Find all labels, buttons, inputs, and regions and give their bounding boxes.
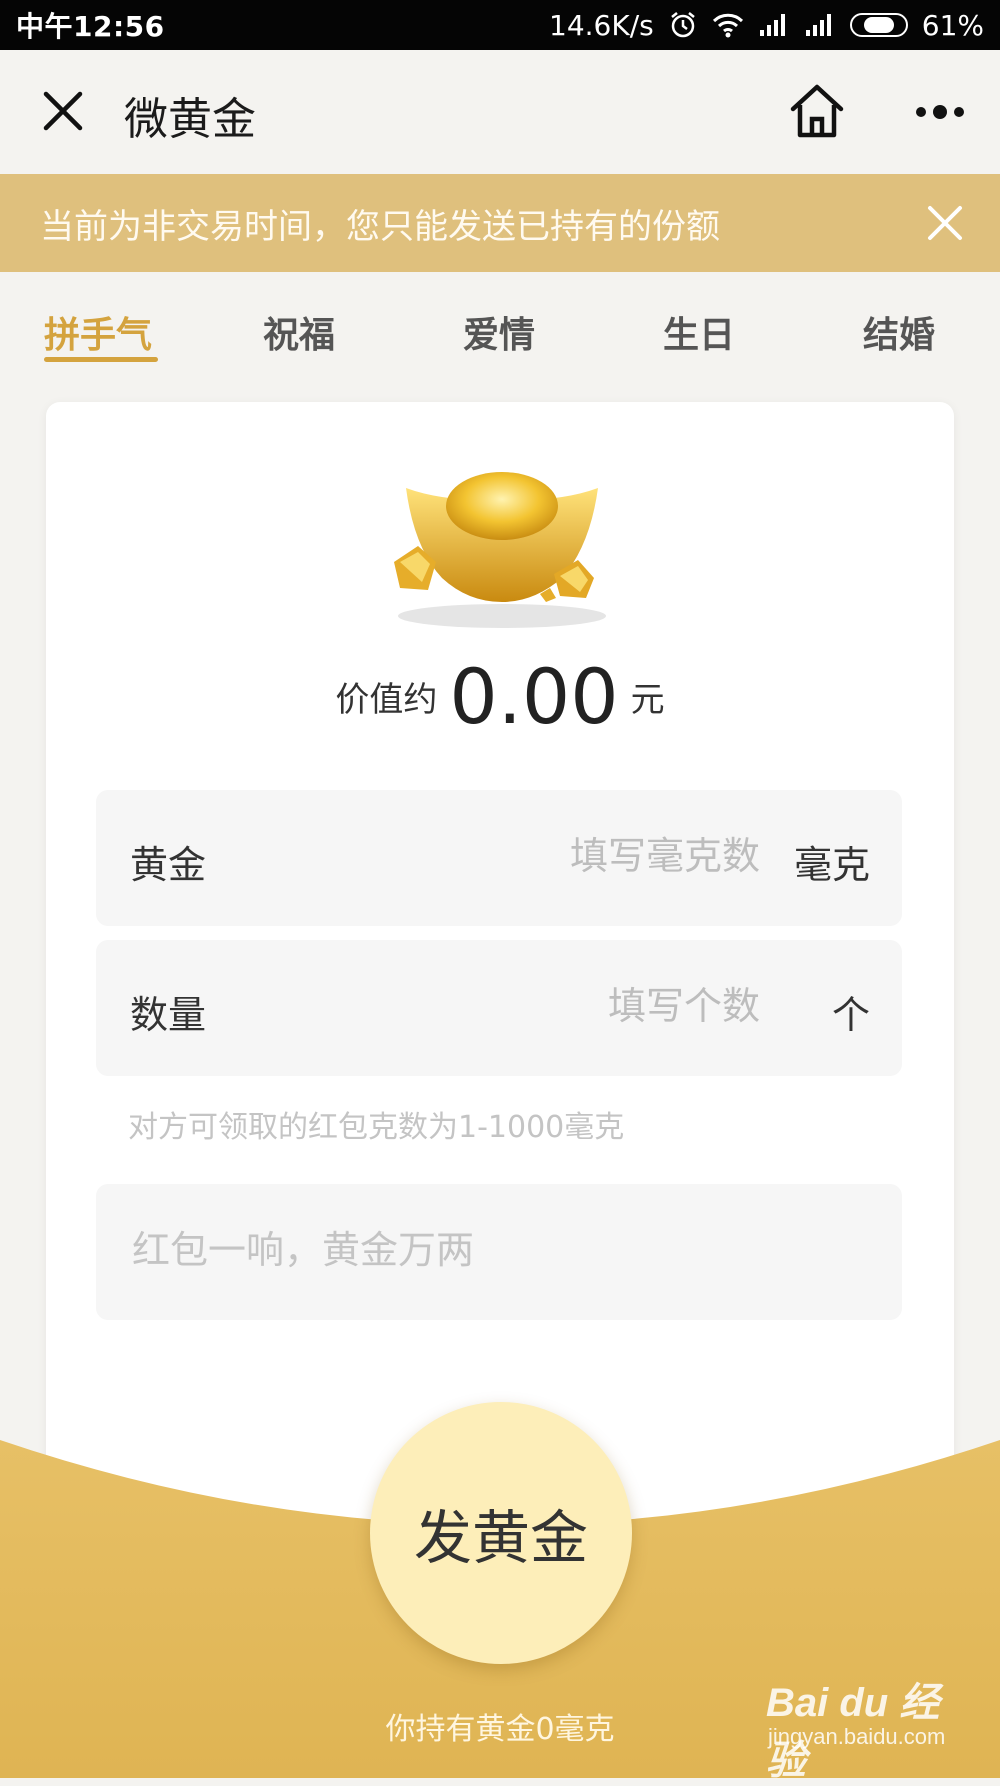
- alarm-icon: [668, 10, 698, 40]
- gold-label: 黄金: [130, 843, 207, 887]
- gold-amount-input[interactable]: [442, 824, 762, 888]
- notice-text: 当前为非交易时间，您只能发送已持有的份额: [40, 206, 720, 247]
- battery-icon: [849, 13, 908, 37]
- tab-jiehun[interactable]: 结婚: [863, 306, 935, 358]
- signal-icon: [758, 12, 790, 38]
- tab-aiqing[interactable]: 爱情: [463, 306, 535, 358]
- gift-card: 价值约 0.00 元 黄金 毫克 数量 个 对方可领取的红包克数为1-1000毫克: [46, 402, 954, 1522]
- gold-amount-field: 黄金 毫克: [96, 790, 902, 926]
- notice-banner: 当前为非交易时间，您只能发送已持有的份额: [0, 174, 1000, 272]
- battery-percent: 61%: [921, 8, 984, 42]
- count-input[interactable]: [442, 974, 762, 1038]
- more-icon[interactable]: [910, 90, 970, 134]
- amount-hint: 对方可领取的红包克数为1-1000毫克: [128, 1110, 625, 1145]
- value-amount: 0.00: [449, 652, 619, 741]
- tab-active-indicator: [44, 357, 158, 362]
- title-bar: 微黄金: [0, 50, 1000, 174]
- page-title: 微黄金: [124, 94, 256, 145]
- status-bar: 中午12:56 14.6K/s 61%: [0, 0, 1000, 50]
- watermark: Bai du 经验 jingyan.baidu.com: [766, 1670, 976, 1783]
- signal-icon: [804, 12, 836, 38]
- close-icon[interactable]: [920, 198, 970, 248]
- gold-ingot-icon: [384, 466, 620, 636]
- tab-pinshouqi[interactable]: 拼手气: [44, 306, 152, 358]
- status-indicators: 14.6K/s 61%: [549, 9, 984, 42]
- count-label: 数量: [130, 993, 207, 1037]
- value-label: 价值约: [335, 680, 438, 720]
- tab-zhufu[interactable]: 祝福: [263, 306, 335, 358]
- gold-unit: 毫克: [793, 843, 870, 887]
- wifi-icon: [712, 11, 744, 39]
- message-input[interactable]: [130, 1218, 830, 1282]
- tab-shengri[interactable]: 生日: [663, 306, 735, 358]
- tab-bar: 拼手气 祝福 爱情 生日 结婚: [0, 272, 1000, 372]
- send-gold-button[interactable]: 发黄金: [370, 1402, 632, 1664]
- value-unit: 元: [630, 680, 665, 720]
- net-speed: 14.6K/s: [549, 8, 654, 42]
- close-icon[interactable]: [38, 86, 88, 136]
- value-display: 价值约 0.00 元: [46, 652, 954, 741]
- home-icon[interactable]: [786, 80, 848, 142]
- status-time: 中午12:56: [16, 10, 165, 43]
- message-field: [96, 1184, 902, 1320]
- count-field: 数量 个: [96, 940, 902, 1076]
- count-unit: 个: [831, 993, 870, 1037]
- watermark-url: jingyan.baidu.com: [768, 1724, 946, 1749]
